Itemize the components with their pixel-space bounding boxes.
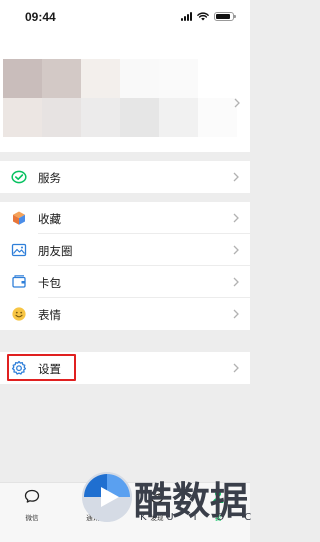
photo-icon: [11, 243, 27, 257]
service-check-icon: [11, 170, 27, 184]
chevron-right-icon: [233, 213, 239, 223]
menu-group-main: 收藏 朋友圈 卡包 表情: [0, 202, 250, 330]
tab-label: 微信: [25, 515, 39, 522]
mosaic-cell: [120, 59, 159, 98]
menu-item-label: 收藏: [38, 214, 61, 226]
mosaic-cell: [198, 98, 237, 137]
menu-item-moments[interactable]: 朋友圈: [0, 234, 250, 266]
status-bar: 09:44: [0, 0, 250, 34]
menu-item-label: 服务: [38, 173, 61, 185]
menu-item-stickers[interactable]: 表情: [0, 298, 250, 330]
menu-item-wallet[interactable]: 卡包: [0, 266, 250, 298]
tab-chats[interactable]: 微信: [7, 489, 57, 522]
mosaic-cell: [81, 98, 120, 137]
mosaic-cell: [3, 59, 42, 98]
chevron-right-icon: [233, 309, 239, 319]
menu-group-service: 服务: [0, 161, 250, 193]
profile-mosaic: [3, 59, 237, 137]
mosaic-cell: [120, 98, 159, 137]
mosaic-cell: [198, 59, 237, 98]
chat-bubble-icon: [24, 489, 40, 503]
mosaic-cell: [159, 98, 198, 137]
card-icon: [12, 275, 26, 288]
status-icons: [181, 12, 236, 21]
menu-item-label: 朋友圈: [38, 246, 73, 258]
wifi-icon: [197, 12, 209, 21]
chevron-right-icon: [234, 98, 240, 108]
chevron-right-icon: [233, 245, 239, 255]
watermark-subtitle: KUIDC: [140, 512, 272, 523]
signal-icon: [181, 12, 192, 21]
settings-highlight-box: [7, 354, 76, 381]
menu-item-favorites[interactable]: 收藏: [0, 202, 250, 234]
mosaic-cell: [81, 59, 120, 98]
chevron-right-icon: [233, 277, 239, 287]
mosaic-cell: [3, 98, 42, 137]
watermark-logo: [82, 472, 132, 522]
chevron-right-icon: [233, 172, 239, 182]
smiley-icon: [12, 307, 26, 321]
watermark: 酷数据 KUIDC: [82, 470, 251, 532]
chevron-right-icon: [233, 363, 239, 373]
mosaic-cell: [42, 98, 81, 137]
status-time: 09:44: [25, 10, 56, 24]
menu-item-label: 卡包: [38, 278, 61, 290]
menu-item-service[interactable]: 服务: [0, 161, 250, 193]
battery-icon: [214, 12, 236, 21]
mosaic-cell: [159, 59, 198, 98]
mosaic-cell: [42, 59, 81, 98]
menu-item-label: 表情: [38, 310, 61, 322]
profile-header[interactable]: [0, 34, 250, 152]
cube-icon: [13, 211, 25, 225]
